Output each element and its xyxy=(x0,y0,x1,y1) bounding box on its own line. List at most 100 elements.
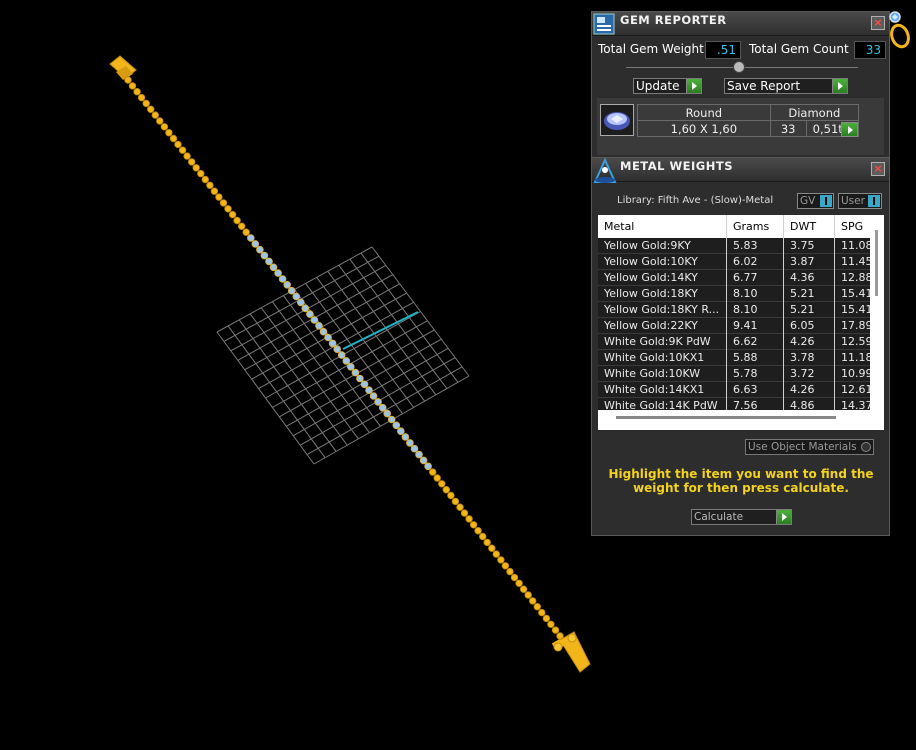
gem-reporter-title: GEM REPORTER xyxy=(620,13,727,27)
grams-cell: 6.63 xyxy=(733,383,758,396)
gem-detail-button[interactable] xyxy=(841,122,858,137)
report-icon xyxy=(593,13,615,35)
column-header-grams[interactable]: Grams xyxy=(733,220,769,233)
column-divider xyxy=(726,215,727,410)
metal-name-cell: Yellow Gold:18KY xyxy=(604,287,698,300)
metal-weights-close-button[interactable]: × xyxy=(871,162,885,176)
gold-link xyxy=(442,486,450,494)
gem-stone xyxy=(283,280,292,289)
gold-link xyxy=(533,603,541,611)
gem-stone xyxy=(337,351,346,359)
gem-stone xyxy=(369,392,378,400)
gold-link xyxy=(174,140,182,149)
metal-table[interactable]: Metal Grams DWT SPG Yellow Gold:9KY 5.83 3… xyxy=(598,215,884,430)
grams-cell: 8.10 xyxy=(733,303,758,316)
gem-thumbnail[interactable] xyxy=(600,104,634,136)
metal-table-row[interactable]: White Gold:9K PdW 6.62 4.26 12.59 xyxy=(598,334,871,350)
save-report-button[interactable]: Save Report xyxy=(724,78,848,94)
gem-reporter-titlebar[interactable]: GEM REPORTER × xyxy=(592,12,889,36)
total-gem-weight-label: Total Gem Weight xyxy=(598,42,704,56)
divider-slider-knob[interactable] xyxy=(733,61,745,73)
gold-link xyxy=(215,193,223,201)
column-header-dwt[interactable]: DWT xyxy=(790,220,816,233)
gold-link xyxy=(128,82,137,90)
metal-table-row[interactable]: Yellow Gold:18KY R... 8.10 5.21 15.41 xyxy=(598,302,871,318)
gem-stone xyxy=(274,269,282,277)
gem-stone xyxy=(287,286,296,295)
gold-link xyxy=(492,550,500,558)
gem-stone xyxy=(356,374,364,383)
user-toggle-label: User xyxy=(841,195,865,207)
user-toggle[interactable]: User xyxy=(838,193,882,209)
gem-reporter-close-button[interactable]: × xyxy=(871,16,885,30)
metal-scale-icon xyxy=(593,158,617,183)
metal-name-cell: Yellow Gold:22KY xyxy=(604,319,698,332)
bracelet-model[interactable] xyxy=(109,55,591,673)
column-header-spg[interactable]: SPG xyxy=(841,220,863,233)
total-gem-count-value: 33 xyxy=(854,41,886,59)
metal-table-row[interactable]: Yellow Gold:10KY 6.02 3.87 11.45 xyxy=(598,254,871,270)
spg-cell: 15.41 xyxy=(841,287,871,300)
dwt-cell: 3.75 xyxy=(790,239,815,252)
calculate-button[interactable]: Calculate xyxy=(691,509,792,525)
gv-toggle-switch[interactable] xyxy=(820,195,832,207)
gold-link xyxy=(133,87,141,96)
gold-link xyxy=(519,585,528,593)
calculate-button-label: Calculate xyxy=(694,511,744,523)
metal-table-vertical-scrollbar[interactable] xyxy=(870,215,884,410)
dwt-cell: 3.87 xyxy=(790,255,815,268)
user-toggle-switch[interactable] xyxy=(868,195,880,207)
gold-link xyxy=(501,562,510,570)
metal-table-row[interactable]: White Gold:10KW 5.78 3.72 10.99 xyxy=(598,366,871,382)
metal-table-horizontal-scrollbar[interactable] xyxy=(598,410,884,430)
gem-stone xyxy=(247,234,255,242)
gem-stone xyxy=(387,415,396,424)
metal-table-row[interactable]: Yellow Gold:18KY 8.10 5.21 15.41 xyxy=(598,286,871,302)
gem-list: Round Diamond 1,60 X 1,60 33 0,51tw xyxy=(597,98,884,155)
vertical-scroll-thumb[interactable] xyxy=(875,230,878,296)
gem-stone xyxy=(292,292,301,301)
gem-stone xyxy=(365,386,373,395)
gold-link xyxy=(547,620,555,628)
gem-stone xyxy=(410,444,419,453)
gem-reporter-panel: GEM REPORTER × Total Gem Weight .51 Tota… xyxy=(591,11,890,159)
gem-size: 1,60 X 1,60 xyxy=(637,120,771,137)
gv-toggle[interactable]: GV xyxy=(797,193,834,209)
metal-name-cell: White Gold:10KX1 xyxy=(604,351,705,364)
use-object-materials-checkbox[interactable]: Use Object Materials xyxy=(745,439,874,455)
ring-tool-icon[interactable] xyxy=(886,8,914,50)
metal-table-row[interactable]: Yellow Gold:14KY 6.77 4.36 12.88 xyxy=(598,270,871,286)
gold-link xyxy=(146,105,155,113)
calculate-arrow-icon xyxy=(776,510,791,524)
metal-weights-title: METAL WEIGHTS xyxy=(620,159,733,173)
metal-table-row[interactable]: White Gold:10KX1 5.88 3.78 11.18 xyxy=(598,350,871,366)
gem-stone xyxy=(346,362,355,371)
gold-link xyxy=(465,515,473,523)
gem-shape: Round xyxy=(637,104,771,121)
update-button[interactable]: Update xyxy=(633,78,702,94)
spg-cell: 11.08 xyxy=(841,239,871,252)
gold-link xyxy=(556,632,564,640)
metal-table-row[interactable]: White Gold:14KX1 6.63 4.26 12.61 xyxy=(598,382,871,398)
clasp-top xyxy=(109,55,137,80)
gem-table[interactable]: Round Diamond 1,60 X 1,60 33 0,51tw xyxy=(637,104,860,137)
metal-weights-titlebar[interactable]: METAL WEIGHTS × xyxy=(592,158,889,183)
gold-link xyxy=(438,480,446,488)
gem-stone xyxy=(374,398,382,406)
gold-link xyxy=(460,509,469,517)
gem-stone xyxy=(319,327,328,336)
column-header-metal[interactable]: Metal xyxy=(604,220,634,233)
metal-table-row[interactable]: Yellow Gold:22KY 9.41 6.05 17.89 xyxy=(598,318,871,334)
gold-link xyxy=(183,152,191,160)
horizontal-scroll-thumb[interactable] xyxy=(616,416,836,419)
metal-table-row[interactable]: Yellow Gold:9KY 5.83 3.75 11.08 xyxy=(598,238,871,254)
gold-link xyxy=(551,626,560,634)
divider-slider[interactable] xyxy=(626,61,858,73)
metal-weights-panel: METAL WEIGHTS × Library: Fifth Ave - (Sl… xyxy=(591,157,890,536)
gold-link xyxy=(224,205,232,213)
total-gem-weight-value: .51 xyxy=(705,41,741,59)
gem-stone xyxy=(360,380,369,389)
gold-link xyxy=(169,134,178,143)
grams-cell: 9.41 xyxy=(733,319,758,332)
grid-axis-line xyxy=(342,311,419,350)
